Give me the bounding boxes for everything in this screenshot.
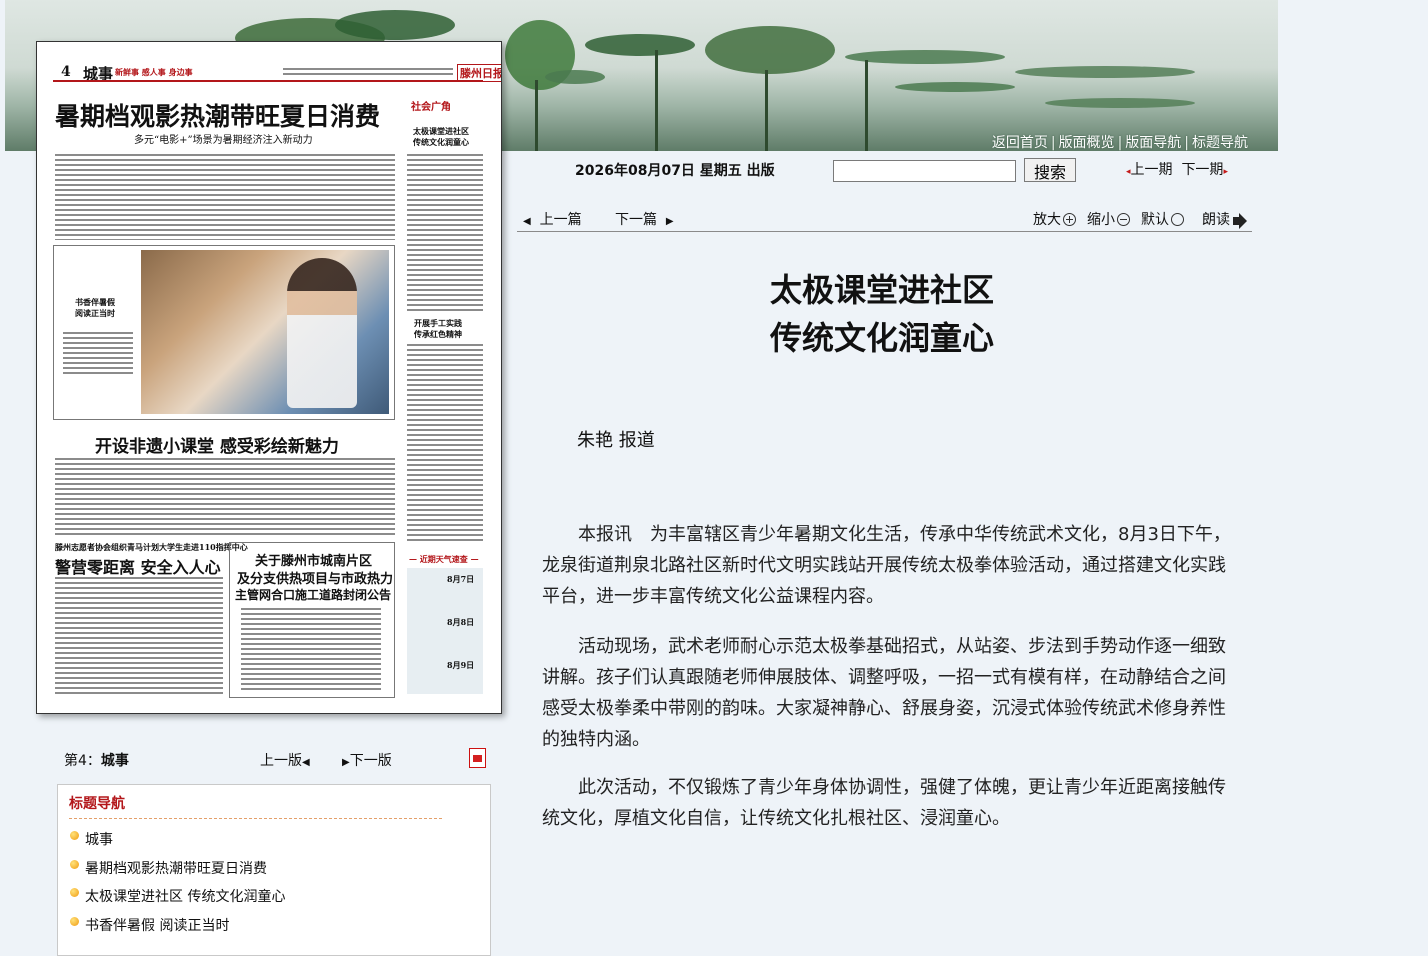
article-paragraph-2: 活动现场，武术老师耐心示范太极拳基础招式，从站姿、步法到手势动作逐一细致讲解。孩… xyxy=(542,636,1226,750)
page-prefix: 第4： xyxy=(64,753,101,769)
next-issue-link[interactable]: 下一期 xyxy=(1181,162,1223,178)
zoom-out-label: 缩小 xyxy=(1087,212,1115,228)
banner-link-overview[interactable]: 版面概览 xyxy=(1059,135,1115,151)
paper-notice-title-3: 主管网合口施工道路封闭公告 xyxy=(235,588,392,602)
paper-kicker-3: 滕州志愿者协会组织青马计划大学生走进110指挥中心 xyxy=(55,542,248,552)
right-arrow-icon: ▶ xyxy=(665,216,674,227)
article-toolbar: ◀ 上一篇 下一篇 ▶ 放大 缩小 默认 朗读 xyxy=(517,204,1252,232)
paper-notice-title-2: 及分支供热项目与市政热力 xyxy=(237,572,394,587)
banner-nav: 返回首页 | 版面概览 | 版面导航 | 标题导航 xyxy=(991,135,1248,151)
read-aloud-label: 朗读 xyxy=(1202,212,1230,228)
article-byline: 朱艳 报道 xyxy=(577,430,655,451)
current-page-label: 第4：城事 xyxy=(64,750,129,770)
paper-weather-title: — 近期天气速查 — xyxy=(409,554,479,564)
next-page-label: 下一版 xyxy=(349,753,392,769)
paper-weather-date-2: 8月8日 xyxy=(447,617,475,627)
paper-side-title-3: 开展手工实践 xyxy=(414,318,462,328)
paper-notice-title-1: 关于滕州市城南片区 xyxy=(255,554,373,569)
title-nav-item[interactable]: 书香伴暑假 阅读正当时 xyxy=(70,915,229,935)
default-size-icon xyxy=(1171,213,1184,226)
title-nav-item-label: 城事 xyxy=(85,832,113,848)
paper-photo-caption-1: 书香伴暑假 xyxy=(75,297,115,307)
title-nav-item[interactable]: 暑期档观影热潮带旺夏日消费 xyxy=(70,858,267,878)
title-nav-item-label: 书香伴暑假 阅读正当时 xyxy=(85,918,230,934)
paper-weather-date-3: 8月9日 xyxy=(447,660,475,670)
pdf-download-icon[interactable] xyxy=(469,748,486,768)
paper-page-no: 4 xyxy=(61,64,71,80)
title-nav-item-label: 暑期档观影热潮带旺夏日消费 xyxy=(85,861,267,877)
zoom-in-button[interactable]: 放大 xyxy=(1033,209,1076,229)
page-name: 城事 xyxy=(100,753,129,769)
article-title-line-1: 太极课堂进社区 xyxy=(770,271,995,309)
banner-link-title-nav[interactable]: 标题导航 xyxy=(1192,135,1248,151)
left-arrow-icon: ◀ xyxy=(302,757,310,768)
zoom-out-icon xyxy=(1117,213,1130,226)
bullet-icon xyxy=(70,917,79,926)
paper-headline-3: 警营零距离 安全入人心 xyxy=(55,558,221,577)
next-page-link[interactable]: ▶下一版 xyxy=(342,750,392,770)
bullet-icon xyxy=(70,860,79,869)
right-arrow-icon: ▶ xyxy=(342,757,350,768)
issue-date: 2026年08月07日 星期五 出版 xyxy=(575,163,775,179)
paper-photo-caption-2: 阅读正当时 xyxy=(75,308,115,318)
prev-page-label: 上一版 xyxy=(260,753,302,769)
paper-weather-date-1: 8月7日 xyxy=(447,574,475,584)
paper-headline-2: 开设非遗小课堂 感受彩绘新魅力 xyxy=(95,437,339,457)
speaker-icon xyxy=(1233,213,1247,229)
zoom-in-label: 放大 xyxy=(1033,212,1061,228)
prev-issue-link[interactable]: 上一期 xyxy=(1131,162,1173,178)
title-nav-heading: 标题导航 xyxy=(69,796,125,812)
newspaper-page-image[interactable]: 4 城事 新鲜事 感人事 身边事 滕州日报 暑期档观影热潮带旺夏日消费 多元“电… xyxy=(36,41,502,714)
prev-article-link[interactable]: ◀ 上一篇 xyxy=(523,209,582,229)
paper-slogan: 新鲜事 感人事 身边事 xyxy=(115,67,193,77)
paper-side-title-1: 太极课堂进社区 xyxy=(413,126,469,136)
default-size-button[interactable]: 默认 xyxy=(1141,209,1184,229)
paper-side-title-2: 传统文化润童心 xyxy=(413,137,469,147)
next-article-label: 下一篇 xyxy=(615,212,657,228)
next-article-link[interactable]: 下一篇 ▶ xyxy=(615,209,674,229)
prev-article-label: 上一篇 xyxy=(539,212,582,228)
zoom-in-icon xyxy=(1063,213,1076,226)
article-title: 太极课堂进社区 传统文化润童心 xyxy=(770,266,994,362)
read-aloud-button[interactable]: 朗读 xyxy=(1202,209,1247,229)
paper-column-label: 社会广角 xyxy=(411,102,451,113)
banner-link-home[interactable]: 返回首页 xyxy=(992,135,1048,151)
paper-headline: 暑期档观影热潮带旺夏日消费 xyxy=(55,102,381,131)
bullet-icon xyxy=(70,888,79,897)
bullet-icon xyxy=(70,831,79,840)
search-input[interactable] xyxy=(833,160,1016,182)
zoom-out-button[interactable]: 缩小 xyxy=(1087,209,1130,229)
search-button[interactable]: 搜索 xyxy=(1024,158,1076,182)
paper-weather-panel xyxy=(407,568,483,694)
paper-side-title-4: 传承红色精神 xyxy=(414,329,462,339)
article-title-line-2: 传统文化润童心 xyxy=(770,319,995,357)
default-size-label: 默认 xyxy=(1141,212,1169,228)
paper-subheadline: 多元“电影+”场景为暑期经济注入新动力 xyxy=(134,135,313,146)
title-nav-panel: 标题导航 城事 暑期档观影热潮带旺夏日消费 太极课堂进社区 传统文化润童心 书香… xyxy=(57,784,491,956)
prev-page-link[interactable]: 上一版◀ xyxy=(260,750,310,770)
issue-nav: ◂上一期 下一期▸ xyxy=(1126,159,1228,179)
article-paragraph-1: 本报讯 为丰富辖区青少年暑期文化生活，传承中华传统武术文化，8月3日下午，龙泉街… xyxy=(542,524,1231,607)
paper-photo-figure xyxy=(287,258,357,408)
title-nav-divider xyxy=(69,818,442,819)
title-nav-item[interactable]: 城事 xyxy=(70,829,113,849)
article-paragraph-3: 此次活动，不仅锻炼了青少年身体协调性，强健了体魄，更让青少年近距离接触传统文化，… xyxy=(542,777,1226,829)
banner-link-page-nav[interactable]: 版面导航 xyxy=(1125,135,1181,151)
title-nav-item[interactable]: 太极课堂进社区 传统文化润童心 xyxy=(70,886,285,906)
left-arrow-icon: ◀ xyxy=(523,216,531,227)
title-nav-item-label: 太极课堂进社区 传统文化润童心 xyxy=(85,889,286,905)
next-issue-arrow-icon: ▸ xyxy=(1223,167,1228,177)
